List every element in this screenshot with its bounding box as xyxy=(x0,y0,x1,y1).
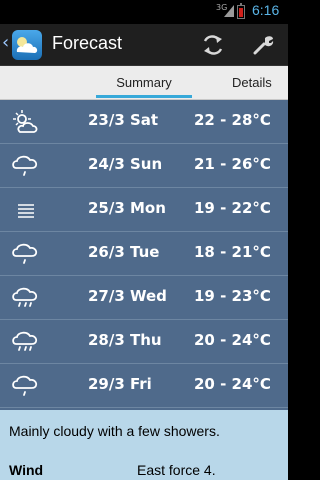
showers-icon xyxy=(12,287,38,307)
forecast-date: 25/3 xyxy=(88,199,125,217)
forecast-date: 27/3 xyxy=(88,287,125,305)
forecast-row[interactable]: 26/3 Tue 18 - 21°C xyxy=(0,232,288,276)
forecast-day: Mon xyxy=(130,199,166,217)
forecast-row[interactable]: 29/3 Fri 20 - 24°C xyxy=(0,364,288,408)
forecast-day: Wed xyxy=(130,287,167,305)
forecast-temp: 18 - 21°C xyxy=(194,243,271,261)
rain-cloud-icon xyxy=(12,155,38,176)
showers-icon xyxy=(12,331,38,351)
forecast-day: Tue xyxy=(130,243,160,261)
weather-app-icon[interactable] xyxy=(12,30,42,60)
forecast-temp: 19 - 23°C xyxy=(194,287,271,305)
status-time: 6:16 xyxy=(252,2,280,18)
forecast-row[interactable]: 27/3 Wed 19 - 23°C xyxy=(0,276,288,320)
forecast-day: Sun xyxy=(130,155,163,173)
selected-tab-indicator xyxy=(96,95,192,98)
partly-cloudy-icon xyxy=(13,110,38,133)
forecast-list: 23/3 Sat 22 - 28°C 24/3 Sun 21 - 26°C 25… xyxy=(0,100,288,410)
forecast-day: Thu xyxy=(130,331,162,349)
page-title: Forecast xyxy=(52,33,123,53)
wrench-icon[interactable] xyxy=(249,31,277,59)
forecast-details-panel: Mainly cloudy with a few showers. Wind E… xyxy=(0,410,288,480)
up-navigation-icon[interactable]: ‹ xyxy=(2,33,9,53)
forecast-temp: 19 - 22°C xyxy=(194,199,271,217)
forecast-row[interactable]: 24/3 Sun 21 - 26°C xyxy=(0,144,288,188)
forecast-day: Fri xyxy=(130,375,152,393)
wind-value: East force 4. xyxy=(137,462,216,478)
forecast-date: 24/3 xyxy=(88,155,125,173)
action-bar: ‹ Forecast xyxy=(0,24,288,66)
forecast-date: 26/3 xyxy=(88,243,125,261)
forecast-row[interactable]: 28/3 Thu 20 - 24°C xyxy=(0,320,288,364)
forecast-day: Sat xyxy=(130,111,159,129)
tab-bar: Summary Details xyxy=(0,66,288,100)
forecast-date: 23/3 xyxy=(88,111,125,129)
forecast-temp: 21 - 26°C xyxy=(194,155,271,173)
rain-cloud-icon xyxy=(12,243,38,264)
battery-icon xyxy=(237,3,245,19)
tab-details[interactable]: Details xyxy=(232,66,292,100)
forecast-row[interactable]: 25/3 Mon 19 - 22°C xyxy=(0,188,288,232)
forecast-temp: 20 - 24°C xyxy=(194,375,271,393)
forecast-date: 28/3 xyxy=(88,331,125,349)
forecast-date: 29/3 xyxy=(88,375,125,393)
forecast-row[interactable]: 23/3 Sat 22 - 28°C xyxy=(0,100,288,144)
signal-icon xyxy=(224,5,234,17)
forecast-temp: 20 - 24°C xyxy=(194,331,271,349)
wind-label: Wind xyxy=(9,462,44,478)
fog-icon xyxy=(18,204,34,218)
status-bar: 3G 6:16 xyxy=(0,0,288,24)
refresh-icon[interactable] xyxy=(199,31,227,59)
weather-summary: Mainly cloudy with a few showers. xyxy=(9,423,220,439)
rain-cloud-icon xyxy=(12,375,38,396)
forecast-temp: 22 - 28°C xyxy=(194,111,271,129)
